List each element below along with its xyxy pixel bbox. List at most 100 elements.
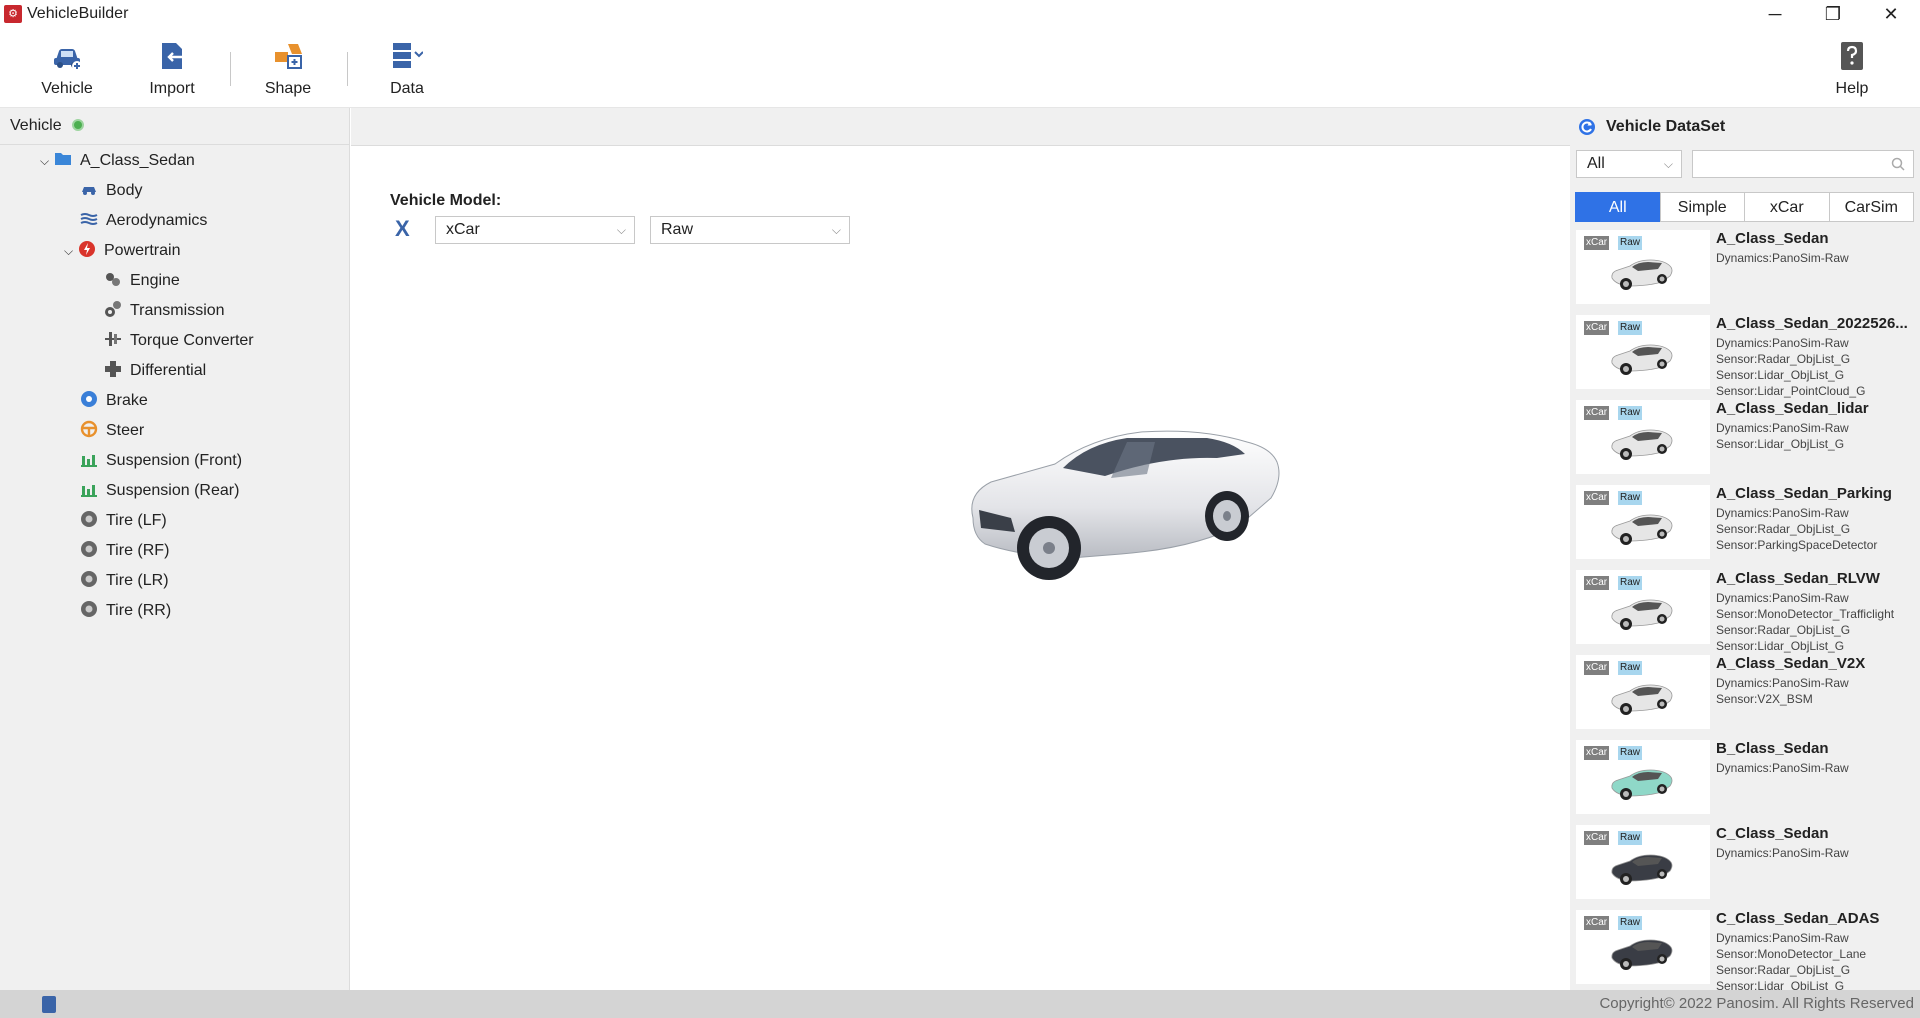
dataset-card-thumbnail: xCar Raw bbox=[1576, 570, 1710, 644]
vehicle-button[interactable]: Vehicle bbox=[22, 40, 112, 106]
minimize-button[interactable]: ─ bbox=[1746, 0, 1804, 28]
dataset-card[interactable]: xCar Raw A_Class_Sedan_RLVW Dynamics:PanoSi… bbox=[1576, 570, 1916, 653]
dataset-card[interactable]: xCar Raw C_Class_Sedan Dynamics:PanoSim-Raw bbox=[1576, 825, 1916, 901]
car-thumbnail-icon bbox=[1611, 429, 1673, 460]
dataset-card-name: C_Class_Sedan_ADAS bbox=[1716, 910, 1880, 927]
tree-item-differential[interactable]: Differential bbox=[104, 357, 206, 385]
dataset-card-desc-line: Sensor:Radar_ObjList_G bbox=[1716, 623, 1851, 637]
dataset-card-thumbnail: xCar Raw bbox=[1576, 400, 1710, 474]
power-icon bbox=[79, 241, 95, 257]
dataset-filter-select[interactable]: All ⌵ bbox=[1576, 150, 1682, 178]
dataset-card[interactable]: xCar Raw A_Class_Sedan_Parking Dynamics:Pan… bbox=[1576, 485, 1916, 561]
dataset-card-description: Dynamics:PanoSim-Raw bbox=[1716, 845, 1916, 861]
title-bar: ⚙ VehicleBuilder ─ ❐ ✕ bbox=[0, 0, 1920, 28]
xcar-badge: xCar bbox=[1584, 831, 1610, 845]
car-thumbnail-icon bbox=[1611, 599, 1673, 630]
tree-item-torque-converter[interactable]: Torque Converter bbox=[104, 327, 254, 355]
tree-root-label: A_Class_Sedan bbox=[80, 152, 195, 169]
dataset-card-desc-line: Dynamics:PanoSim-Raw bbox=[1716, 846, 1849, 860]
tree-item-body[interactable]: Body bbox=[80, 177, 142, 205]
dataset-card-name: A_Class_Sedan_2022526... bbox=[1716, 315, 1908, 332]
xcar-badge: xCar bbox=[1584, 746, 1610, 760]
dataset-card-name: A_Class_Sedan bbox=[1716, 230, 1829, 247]
tab-xcar[interactable]: xCar bbox=[1744, 192, 1830, 222]
tree-item-tire-lf[interactable]: Tire (LF) bbox=[80, 507, 167, 535]
tree-item-tire-rf[interactable]: Tire (RF) bbox=[80, 537, 169, 565]
chevron-down-icon: ⌵ bbox=[1663, 157, 1673, 171]
engine-icon bbox=[106, 273, 120, 286]
vehicle-model-label: Vehicle Model: bbox=[390, 192, 502, 209]
chevron-down-icon: ⌵ bbox=[831, 223, 841, 237]
xcar-badge: xCar bbox=[1584, 576, 1610, 590]
dataset-card[interactable]: xCar Raw C_Class_Sedan_ADAS Dynamics:PanoSi… bbox=[1576, 910, 1916, 990]
dataset-card[interactable]: xCar Raw B_Class_Sedan Dynamics:PanoSim-Raw bbox=[1576, 740, 1916, 816]
xcar-badge: xCar bbox=[1584, 321, 1610, 335]
tree-item-steer[interactable]: Steer bbox=[80, 417, 144, 445]
dataset-card[interactable]: xCar Raw A_Class_Sedan_lidar Dynamics:PanoS… bbox=[1576, 400, 1916, 476]
model-select[interactable]: xCar ⌵ bbox=[435, 216, 635, 244]
dataset-card-desc-line: Sensor:Lidar_ObjList_G bbox=[1716, 437, 1845, 451]
tab-all[interactable]: All bbox=[1575, 192, 1661, 222]
tree-item-suspension-front[interactable]: Suspension (Front) bbox=[80, 447, 242, 475]
tree-item-label: Aerodynamics bbox=[106, 212, 208, 229]
dataset-card-description: Dynamics:PanoSim-Raw Sensor:V2X_BSM bbox=[1716, 675, 1916, 707]
dataset-card[interactable]: xCar Raw A_Class_Sedan Dynamics:PanoSim-Raw bbox=[1576, 230, 1916, 306]
dataset-card-name: C_Class_Sedan bbox=[1716, 825, 1829, 842]
dataset-card-description: Dynamics:PanoSim-Raw Sensor:MonoDetector_… bbox=[1716, 930, 1916, 990]
vehicle-3d-preview[interactable] bbox=[951, 398, 1331, 588]
raw-badge: Raw bbox=[1618, 406, 1643, 420]
restore-button[interactable]: ❐ bbox=[1804, 0, 1862, 28]
status-dot-icon bbox=[71, 119, 84, 131]
tree-item-label: Tire (LR) bbox=[106, 572, 169, 589]
dataset-card-thumbnail: xCar Raw bbox=[1576, 910, 1710, 984]
dataset-card[interactable]: xCar Raw A_Class_Sedan_V2X Dynamics:PanoSim… bbox=[1576, 655, 1916, 731]
tab-carsim[interactable]: CarSim bbox=[1828, 192, 1914, 222]
raw-badge: Raw bbox=[1618, 321, 1643, 335]
help-button[interactable]: Help bbox=[1807, 40, 1897, 106]
tab-simple[interactable]: Simple bbox=[1659, 192, 1745, 222]
tree-item-tire-rr[interactable]: Tire (RR) bbox=[80, 597, 171, 625]
dataset-card-desc-line: Sensor:Radar_ObjList_G bbox=[1716, 963, 1851, 977]
toolbar-divider bbox=[347, 52, 348, 86]
tree-item-label: Suspension (Front) bbox=[106, 452, 243, 469]
dataset-card-name: B_Class_Sedan bbox=[1716, 740, 1829, 757]
document-icon[interactable] bbox=[42, 996, 56, 1013]
dataset-search-input[interactable] bbox=[1692, 150, 1914, 178]
shape-button[interactable]: Shape bbox=[243, 40, 333, 106]
tree-item-tire-lr[interactable]: Tire (LR) bbox=[80, 567, 169, 595]
dataset-card-desc-line: Dynamics:PanoSim-Raw bbox=[1716, 676, 1849, 690]
dataset-card-desc-line: Dynamics:PanoSim-Raw bbox=[1716, 421, 1849, 435]
tree-item-transmission[interactable]: Transmission bbox=[104, 297, 225, 325]
dataset-card-desc-line: Sensor:MonoDetector_Lane bbox=[1716, 947, 1867, 961]
tree-root[interactable]: ⌵ A_Class_Sedan bbox=[40, 147, 195, 175]
dataset-card-desc-line: Sensor:Lidar_PointCloud_G bbox=[1716, 384, 1866, 398]
data-button[interactable]: Data bbox=[362, 40, 452, 106]
tree-item-engine[interactable]: Engine bbox=[104, 267, 180, 295]
tree-item-aerodynamics[interactable]: Aerodynamics bbox=[80, 207, 207, 235]
import-button[interactable]: Import bbox=[127, 40, 217, 106]
dataset-card-thumbnail: xCar Raw bbox=[1576, 230, 1710, 304]
folder-icon bbox=[55, 153, 71, 165]
dataset-card-desc-line: Dynamics:PanoSim-Raw bbox=[1716, 761, 1849, 775]
chevron-down-icon: ⌵ bbox=[616, 223, 626, 237]
main-content: Vehicle Model: X xCar ⌵ Raw ⌵ bbox=[351, 108, 1570, 990]
dataset-card-name: A_Class_Sedan_RLVW bbox=[1716, 570, 1880, 587]
tree-item-brake[interactable]: Brake bbox=[80, 387, 148, 415]
type-select[interactable]: Raw ⌵ bbox=[650, 216, 850, 244]
tree-item-powertrain[interactable]: ⌵ Powertrain bbox=[64, 237, 180, 265]
main-header-strip bbox=[351, 108, 1570, 146]
model-select-value: xCar bbox=[446, 221, 480, 238]
tree-item-label: Tire (LF) bbox=[106, 512, 167, 529]
shape-icon bbox=[275, 44, 302, 69]
converter-icon bbox=[105, 332, 121, 346]
dataset-panel-title: Vehicle DataSet bbox=[1606, 118, 1726, 135]
raw-badge: Raw bbox=[1618, 661, 1643, 675]
dataset-card-desc-line: Sensor:Radar_ObjList_G bbox=[1716, 352, 1851, 366]
dataset-card[interactable]: xCar Raw A_Class_Sedan_2022526... Dynamics:… bbox=[1576, 315, 1916, 398]
dataset-card-desc-line: Sensor:V2X_BSM bbox=[1716, 692, 1813, 706]
gear-icon bbox=[105, 301, 121, 317]
tree-item-suspension-rear[interactable]: Suspension (Rear) bbox=[80, 477, 239, 505]
close-button[interactable]: ✕ bbox=[1862, 0, 1920, 28]
steering-wheel-icon bbox=[80, 420, 98, 438]
data-button-label: Data bbox=[390, 80, 424, 97]
